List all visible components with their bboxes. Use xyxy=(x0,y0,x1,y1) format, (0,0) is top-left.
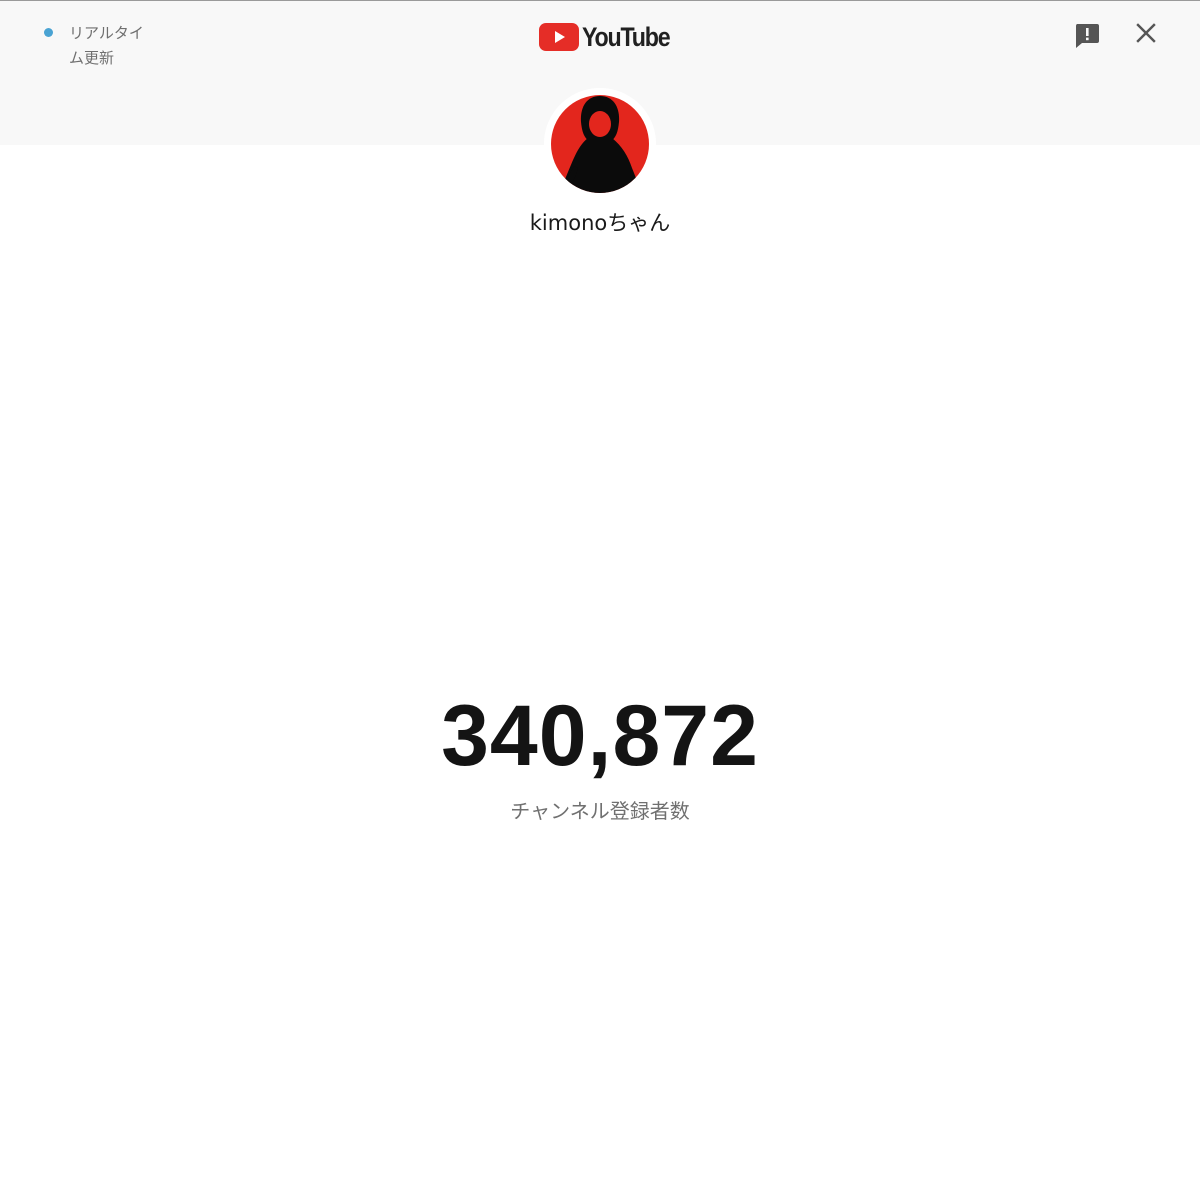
close-button[interactable] xyxy=(1133,20,1159,46)
subscriber-counter-page: リアルタイム更新 YouTube kimonoちゃん 340,872 チャンネル… xyxy=(0,0,1200,1192)
realtime-update-label: リアルタイム更新 xyxy=(69,24,144,67)
channel-avatar-image xyxy=(544,88,656,200)
youtube-play-icon xyxy=(539,23,579,51)
close-icon xyxy=(1136,23,1156,43)
live-status-dot xyxy=(44,28,53,37)
feedback-icon xyxy=(1075,24,1099,48)
subscriber-count-label: チャンネル登録者数 xyxy=(510,799,690,823)
youtube-logo-text: YouTube xyxy=(582,22,671,52)
youtube-logo: YouTube xyxy=(539,23,684,51)
channel-avatar xyxy=(544,88,656,200)
channel-name: kimonoちゃん xyxy=(529,211,671,235)
feedback-button[interactable] xyxy=(1072,20,1102,50)
subscriber-count: 340,872 xyxy=(441,688,759,784)
realtime-update-indicator: リアルタイム更新 xyxy=(44,21,153,71)
